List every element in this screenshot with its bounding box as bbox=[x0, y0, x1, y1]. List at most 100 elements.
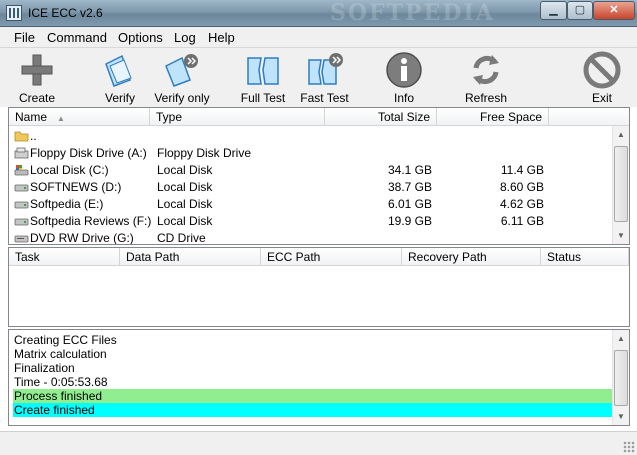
fast-test-icon bbox=[307, 53, 343, 85]
scrollbar-thumb[interactable] bbox=[614, 146, 628, 222]
log-line: Creating ECC Files bbox=[14, 333, 117, 347]
drive-row-parent[interactable]: .. bbox=[9, 128, 613, 145]
menu-log[interactable]: Log bbox=[174, 30, 196, 45]
column-header-ecc-path[interactable]: ECC Path bbox=[261, 248, 402, 266]
drive-list-header: Name ▲ Type Total Size Free Space bbox=[9, 108, 629, 126]
scrollbar-thumb[interactable] bbox=[614, 350, 628, 406]
menu-command[interactable]: Command bbox=[47, 30, 107, 45]
scroll-up-icon[interactable]: ▲ bbox=[613, 126, 629, 143]
resize-grip-icon[interactable] bbox=[623, 441, 635, 453]
drive-total-size: 38.7 GB bbox=[387, 180, 432, 194]
log-line-info: Create finished bbox=[13, 403, 613, 417]
drive-type: Floppy Disk Drive bbox=[157, 146, 252, 160]
floppy-icon bbox=[14, 147, 29, 159]
drive-row-f[interactable]: Softpedia Reviews (F:) Local Disk 19.9 G… bbox=[9, 213, 613, 230]
drive-row-d[interactable]: SOFTNEWS (D:) Local Disk 38.7 GB 8.60 GB bbox=[9, 179, 613, 196]
fast-test-label: Fast Test bbox=[300, 91, 349, 105]
log-panel[interactable]: Creating ECC Files Matrix calculation Fi… bbox=[8, 329, 630, 426]
verify-only-button[interactable]: Verify only bbox=[152, 50, 212, 106]
column-header-recovery-path[interactable]: Recovery Path bbox=[402, 248, 541, 266]
column-header-data-path[interactable]: Data Path bbox=[120, 248, 261, 266]
full-test-label: Full Test bbox=[240, 91, 286, 105]
drive-name: Softpedia Reviews (F:) bbox=[30, 214, 152, 228]
drive-free-space: 11.4 GB bbox=[500, 163, 544, 177]
drive-total-size: 19.9 GB bbox=[387, 214, 432, 228]
refresh-button[interactable]: Refresh bbox=[462, 50, 510, 106]
drive-total-size: 6.01 GB bbox=[387, 197, 432, 211]
column-header-free-space[interactable]: Free Space bbox=[437, 108, 549, 126]
column-header-status[interactable]: Status bbox=[541, 248, 629, 266]
info-button[interactable]: Info bbox=[382, 50, 426, 106]
close-button[interactable]: ✕ bbox=[593, 1, 635, 20]
drive-name: Softpedia (E:) bbox=[30, 197, 104, 211]
task-list-header: Task Data Path ECC Path Recovery Path St… bbox=[9, 248, 629, 266]
maximize-button[interactable]: ▢ bbox=[567, 1, 593, 20]
drive-type: Local Disk bbox=[157, 197, 213, 211]
drive-row-c[interactable]: Local Disk (C:) Local Disk 34.1 GB 11.4 … bbox=[9, 162, 613, 179]
drive-name: SOFTNEWS (D:) bbox=[30, 180, 122, 194]
status-bar bbox=[0, 431, 637, 455]
verify-only-label: Verify only bbox=[154, 91, 210, 105]
menu-bar: File Command Options Log Help bbox=[0, 27, 637, 48]
menu-help[interactable]: Help bbox=[208, 30, 235, 45]
drive-name: .. bbox=[30, 129, 37, 143]
drive-free-space: 4.62 GB bbox=[499, 197, 544, 211]
column-header-task[interactable]: Task bbox=[9, 248, 120, 266]
menu-options[interactable]: Options bbox=[118, 30, 163, 45]
minimize-button[interactable]: ▁ bbox=[540, 1, 567, 20]
window-title: ICE ECC v2.6 bbox=[28, 6, 103, 20]
dvd-drive-icon bbox=[14, 235, 29, 243]
log-scrollbar[interactable]: ▲ ▼ bbox=[612, 330, 629, 425]
column-header-total-size[interactable]: Total Size bbox=[325, 108, 437, 126]
task-list[interactable]: Task Data Path ECC Path Recovery Path St… bbox=[8, 247, 630, 327]
drive-type: Local Disk bbox=[157, 180, 213, 194]
verify-button[interactable]: Verify bbox=[95, 50, 145, 106]
drive-total-size: 34.1 GB bbox=[387, 163, 432, 177]
log-line: Matrix calculation bbox=[14, 347, 107, 361]
full-test-icon bbox=[247, 57, 279, 85]
log-line: Time - 0:05:53.68 bbox=[14, 375, 108, 389]
app-icon[interactable] bbox=[6, 5, 22, 21]
scroll-down-icon[interactable]: ▼ bbox=[613, 408, 629, 425]
info-icon bbox=[386, 52, 422, 88]
exit-label: Exit bbox=[591, 91, 612, 105]
column-header-name[interactable]: Name ▲ bbox=[9, 108, 150, 126]
drive-row-a[interactable]: Floppy Disk Drive (A:) Floppy Disk Drive bbox=[9, 145, 613, 162]
create-label: Create bbox=[18, 91, 56, 105]
menu-file[interactable]: File bbox=[14, 30, 35, 45]
scroll-up-icon[interactable]: ▲ bbox=[613, 330, 629, 347]
create-button[interactable]: Create bbox=[12, 50, 62, 106]
title-bar: ICE ECC v2.6 SOFTPEDIA ▁ ▢ ✕ bbox=[0, 0, 637, 27]
column-name-label: Name bbox=[15, 110, 48, 124]
toolbar: Create Verify Verify only Full Test Fast… bbox=[0, 48, 637, 107]
refresh-label: Refresh bbox=[464, 91, 508, 105]
plus-icon bbox=[21, 54, 53, 86]
scroll-down-icon[interactable]: ▼ bbox=[613, 227, 629, 244]
hard-drive-icon bbox=[14, 184, 29, 192]
verify-only-icon bbox=[165, 54, 198, 87]
folder-icon bbox=[14, 131, 29, 142]
hard-drive-icon bbox=[14, 218, 29, 226]
drive-list[interactable]: Name ▲ Type Total Size Free Space .. Flop… bbox=[8, 107, 630, 245]
fast-test-button[interactable]: Fast Test bbox=[297, 50, 352, 106]
watermark: SOFTPEDIA bbox=[330, 0, 495, 26]
drive-row-g[interactable]: DVD RW Drive (G:) CD Drive bbox=[9, 230, 613, 244]
drive-type: Local Disk bbox=[157, 163, 213, 177]
exit-icon bbox=[583, 51, 621, 89]
drive-type: Local Disk bbox=[157, 214, 213, 228]
column-header-type[interactable]: Type bbox=[150, 108, 325, 126]
full-test-button[interactable]: Full Test bbox=[238, 50, 288, 106]
windows-drive-icon bbox=[14, 165, 29, 176]
hard-drive-icon bbox=[14, 201, 29, 209]
log-line-success: Process finished bbox=[13, 389, 613, 403]
exit-button[interactable]: Exit bbox=[581, 50, 623, 106]
log-line: Finalization bbox=[14, 361, 75, 375]
drive-free-space: 6.11 GB bbox=[500, 214, 544, 228]
drive-name: Local Disk (C:) bbox=[30, 163, 109, 177]
drive-row-e[interactable]: Softpedia (E:) Local Disk 6.01 GB 4.62 G… bbox=[9, 196, 613, 213]
drive-list-scrollbar[interactable]: ▲ ▼ bbox=[612, 126, 629, 244]
verify-icon bbox=[105, 54, 132, 87]
drive-name: Floppy Disk Drive (A:) bbox=[30, 146, 147, 160]
refresh-icon bbox=[473, 55, 499, 85]
drive-free-space: 8.60 GB bbox=[499, 180, 544, 194]
